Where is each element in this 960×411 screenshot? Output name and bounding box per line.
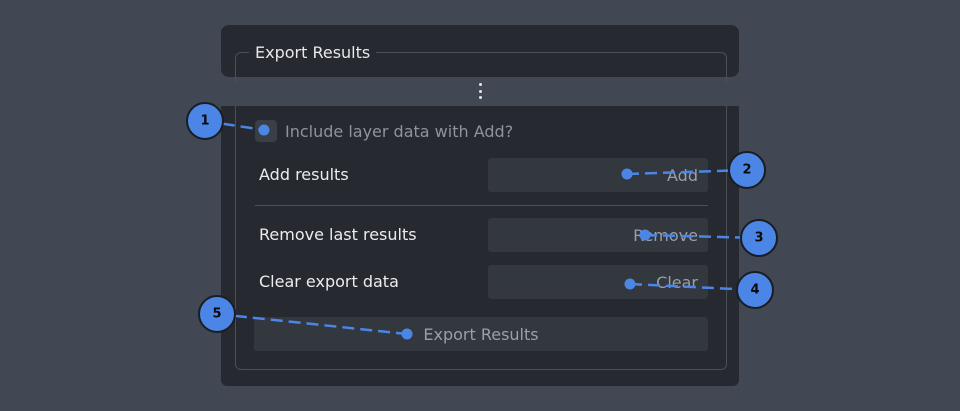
remove-button[interactable]: Remove — [488, 218, 708, 252]
include-layer-label: Include layer data with Add? — [285, 121, 514, 141]
callout-badge-1 — [186, 102, 224, 140]
callout-badge-3 — [740, 219, 778, 257]
add-results-label: Add results — [259, 165, 349, 184]
divider — [255, 205, 708, 206]
add-button[interactable]: Add — [488, 158, 708, 192]
include-layer-checkbox[interactable] — [255, 120, 277, 142]
clear-export-data-label: Clear export data — [259, 272, 399, 291]
callout-number-2: 2 — [742, 163, 751, 178]
callout-number-4: 4 — [750, 283, 759, 298]
callout-number-3: 3 — [754, 231, 763, 246]
include-layer-option[interactable]: Include layer data with Add? — [255, 119, 513, 143]
export-results-button[interactable]: Export Results — [254, 317, 708, 351]
clear-button[interactable]: Clear — [488, 265, 708, 299]
remove-last-results-label: Remove last results — [259, 225, 417, 244]
callout-badge-4 — [736, 271, 774, 309]
callout-number-1: 1 — [200, 114, 209, 129]
export-body-panel: Include layer data with Add? Add results… — [221, 106, 739, 386]
export-results-screen: Export Results Include layer data with A… — [0, 0, 960, 411]
panel-title: Export Results — [249, 43, 377, 63]
vertical-ellipsis-icon[interactable] — [473, 80, 487, 102]
export-header-panel: Export Results — [221, 25, 739, 83]
